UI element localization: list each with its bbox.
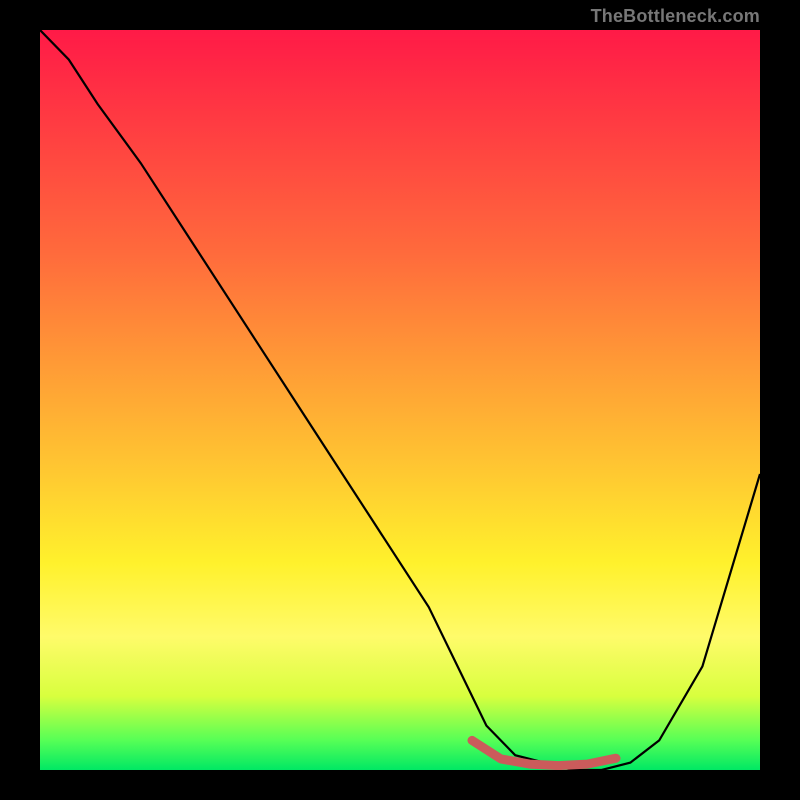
chart-svg — [40, 30, 760, 770]
plot-area — [40, 30, 760, 770]
main-curve — [40, 30, 760, 770]
highlight-segment — [472, 740, 616, 765]
watermark-text: TheBottleneck.com — [591, 6, 760, 27]
chart-frame: TheBottleneck.com — [0, 0, 800, 800]
